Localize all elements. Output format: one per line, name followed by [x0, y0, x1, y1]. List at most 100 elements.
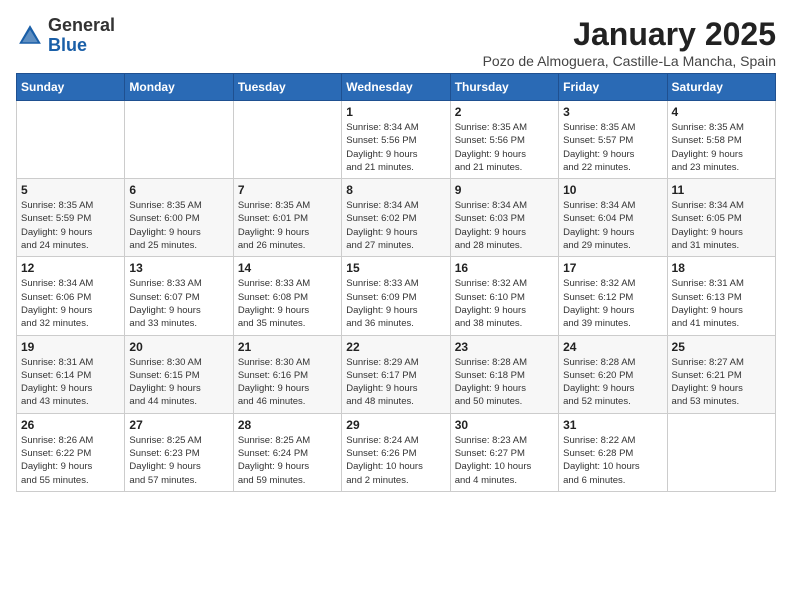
day-number: 24 [563, 340, 662, 354]
day-number: 14 [238, 261, 337, 275]
calendar-cell: 20 Sunrise: 8:30 AM Sunset: 6:15 PM Dayli… [125, 335, 233, 413]
day-of-week-header: Sunday [17, 74, 125, 101]
day-info: Sunrise: 8:31 AM Sunset: 6:13 PM Dayligh… [672, 277, 771, 330]
day-of-week-header: Monday [125, 74, 233, 101]
day-info: Sunrise: 8:34 AM Sunset: 6:05 PM Dayligh… [672, 199, 771, 252]
calendar-cell [667, 413, 775, 491]
day-of-week-header: Thursday [450, 74, 558, 101]
calendar-cell: 13 Sunrise: 8:33 AM Sunset: 6:07 PM Dayli… [125, 257, 233, 335]
calendar-cell: 16 Sunrise: 8:32 AM Sunset: 6:10 PM Dayli… [450, 257, 558, 335]
day-number: 5 [21, 183, 120, 197]
calendar-cell: 4 Sunrise: 8:35 AM Sunset: 5:58 PM Daylig… [667, 101, 775, 179]
day-number: 3 [563, 105, 662, 119]
day-info: Sunrise: 8:34 AM Sunset: 6:06 PM Dayligh… [21, 277, 120, 330]
day-info: Sunrise: 8:30 AM Sunset: 6:15 PM Dayligh… [129, 356, 228, 409]
day-of-week-header: Saturday [667, 74, 775, 101]
day-info: Sunrise: 8:24 AM Sunset: 6:26 PM Dayligh… [346, 434, 445, 487]
day-number: 9 [455, 183, 554, 197]
calendar-cell: 17 Sunrise: 8:32 AM Sunset: 6:12 PM Dayli… [559, 257, 667, 335]
calendar-cell [125, 101, 233, 179]
calendar-cell: 19Sunrise: 8:31 AM Sunset: 6:14 PM Dayli… [17, 335, 125, 413]
day-number: 8 [346, 183, 445, 197]
day-info: Sunrise: 8:22 AM Sunset: 6:28 PM Dayligh… [563, 434, 662, 487]
calendar-table: SundayMondayTuesdayWednesdayThursdayFrid… [16, 73, 776, 492]
day-number: 7 [238, 183, 337, 197]
day-of-week-header: Wednesday [342, 74, 450, 101]
calendar-cell: 1 Sunrise: 8:34 AM Sunset: 5:56 PM Daylig… [342, 101, 450, 179]
day-number: 30 [455, 418, 554, 432]
day-info: Sunrise: 8:31 AM Sunset: 6:14 PM Dayligh… [21, 356, 120, 409]
day-info: Sunrise: 8:34 AM Sunset: 6:04 PM Dayligh… [563, 199, 662, 252]
day-number: 13 [129, 261, 228, 275]
day-info: Sunrise: 8:23 AM Sunset: 6:27 PM Dayligh… [455, 434, 554, 487]
calendar-cell: 15Sunrise: 8:33 AM Sunset: 6:09 PM Dayli… [342, 257, 450, 335]
day-info: Sunrise: 8:32 AM Sunset: 6:10 PM Dayligh… [455, 277, 554, 330]
calendar-cell: 5 Sunrise: 8:35 AM Sunset: 5:59 PM Daylig… [17, 179, 125, 257]
logo-icon [16, 22, 44, 50]
day-number: 21 [238, 340, 337, 354]
day-info: Sunrise: 8:35 AM Sunset: 6:01 PM Dayligh… [238, 199, 337, 252]
calendar-body: 1 Sunrise: 8:34 AM Sunset: 5:56 PM Daylig… [17, 101, 776, 492]
day-info: Sunrise: 8:29 AM Sunset: 6:17 PM Dayligh… [346, 356, 445, 409]
logo-text: General Blue [48, 16, 115, 56]
day-info: Sunrise: 8:35 AM Sunset: 6:00 PM Dayligh… [129, 199, 228, 252]
day-number: 28 [238, 418, 337, 432]
calendar-cell: 10 Sunrise: 8:34 AM Sunset: 6:04 PM Dayli… [559, 179, 667, 257]
location-title: Pozo de Almoguera, Castille-La Mancha, S… [483, 53, 776, 69]
day-info: Sunrise: 8:33 AM Sunset: 6:07 PM Dayligh… [129, 277, 228, 330]
day-info: Sunrise: 8:25 AM Sunset: 6:23 PM Dayligh… [129, 434, 228, 487]
page-header: General Blue January 2025 Pozo de Almogu… [16, 16, 776, 69]
day-info: Sunrise: 8:32 AM Sunset: 6:12 PM Dayligh… [563, 277, 662, 330]
day-of-week-header: Tuesday [233, 74, 341, 101]
calendar-cell: 21 Sunrise: 8:30 AM Sunset: 6:16 PM Dayli… [233, 335, 341, 413]
day-info: Sunrise: 8:28 AM Sunset: 6:18 PM Dayligh… [455, 356, 554, 409]
day-info: Sunrise: 8:35 AM Sunset: 5:57 PM Dayligh… [563, 121, 662, 174]
day-number: 26 [21, 418, 120, 432]
day-number: 1 [346, 105, 445, 119]
calendar-week-row: 12 Sunrise: 8:34 AM Sunset: 6:06 PM Dayli… [17, 257, 776, 335]
day-of-week-header: Friday [559, 74, 667, 101]
calendar-cell: 12 Sunrise: 8:34 AM Sunset: 6:06 PM Dayli… [17, 257, 125, 335]
day-info: Sunrise: 8:34 AM Sunset: 6:02 PM Dayligh… [346, 199, 445, 252]
calendar-cell: 26Sunrise: 8:26 AM Sunset: 6:22 PM Dayli… [17, 413, 125, 491]
month-title: January 2025 [483, 16, 776, 53]
calendar-cell: 29Sunrise: 8:24 AM Sunset: 6:26 PM Dayli… [342, 413, 450, 491]
day-number: 20 [129, 340, 228, 354]
day-info: Sunrise: 8:34 AM Sunset: 6:03 PM Dayligh… [455, 199, 554, 252]
day-number: 27 [129, 418, 228, 432]
day-number: 17 [563, 261, 662, 275]
calendar-cell: 23 Sunrise: 8:28 AM Sunset: 6:18 PM Dayli… [450, 335, 558, 413]
day-number: 10 [563, 183, 662, 197]
title-block: January 2025 Pozo de Almoguera, Castille… [483, 16, 776, 69]
calendar-cell: 18 Sunrise: 8:31 AM Sunset: 6:13 PM Dayli… [667, 257, 775, 335]
calendar-cell [17, 101, 125, 179]
day-number: 6 [129, 183, 228, 197]
calendar-cell [233, 101, 341, 179]
logo-blue: Blue [48, 35, 87, 55]
calendar-cell: 24Sunrise: 8:28 AM Sunset: 6:20 PM Dayli… [559, 335, 667, 413]
logo-general: General [48, 15, 115, 35]
day-number: 31 [563, 418, 662, 432]
calendar-cell: 9 Sunrise: 8:34 AM Sunset: 6:03 PM Daylig… [450, 179, 558, 257]
day-number: 18 [672, 261, 771, 275]
calendar-cell: 6 Sunrise: 8:35 AM Sunset: 6:00 PM Daylig… [125, 179, 233, 257]
calendar-cell: 14 Sunrise: 8:33 AM Sunset: 6:08 PM Dayli… [233, 257, 341, 335]
day-number: 2 [455, 105, 554, 119]
day-info: Sunrise: 8:35 AM Sunset: 5:56 PM Dayligh… [455, 121, 554, 174]
day-info: Sunrise: 8:35 AM Sunset: 5:59 PM Dayligh… [21, 199, 120, 252]
day-number: 23 [455, 340, 554, 354]
calendar-cell: 8 Sunrise: 8:34 AM Sunset: 6:02 PM Daylig… [342, 179, 450, 257]
day-info: Sunrise: 8:35 AM Sunset: 5:58 PM Dayligh… [672, 121, 771, 174]
day-info: Sunrise: 8:33 AM Sunset: 6:08 PM Dayligh… [238, 277, 337, 330]
calendar-header: SundayMondayTuesdayWednesdayThursdayFrid… [17, 74, 776, 101]
day-number: 4 [672, 105, 771, 119]
calendar-week-row: 19Sunrise: 8:31 AM Sunset: 6:14 PM Dayli… [17, 335, 776, 413]
day-info: Sunrise: 8:34 AM Sunset: 5:56 PM Dayligh… [346, 121, 445, 174]
calendar-week-row: 1 Sunrise: 8:34 AM Sunset: 5:56 PM Daylig… [17, 101, 776, 179]
day-number: 16 [455, 261, 554, 275]
calendar-cell: 7 Sunrise: 8:35 AM Sunset: 6:01 PM Daylig… [233, 179, 341, 257]
day-info: Sunrise: 8:30 AM Sunset: 6:16 PM Dayligh… [238, 356, 337, 409]
day-number: 11 [672, 183, 771, 197]
days-of-week-row: SundayMondayTuesdayWednesdayThursdayFrid… [17, 74, 776, 101]
day-number: 12 [21, 261, 120, 275]
